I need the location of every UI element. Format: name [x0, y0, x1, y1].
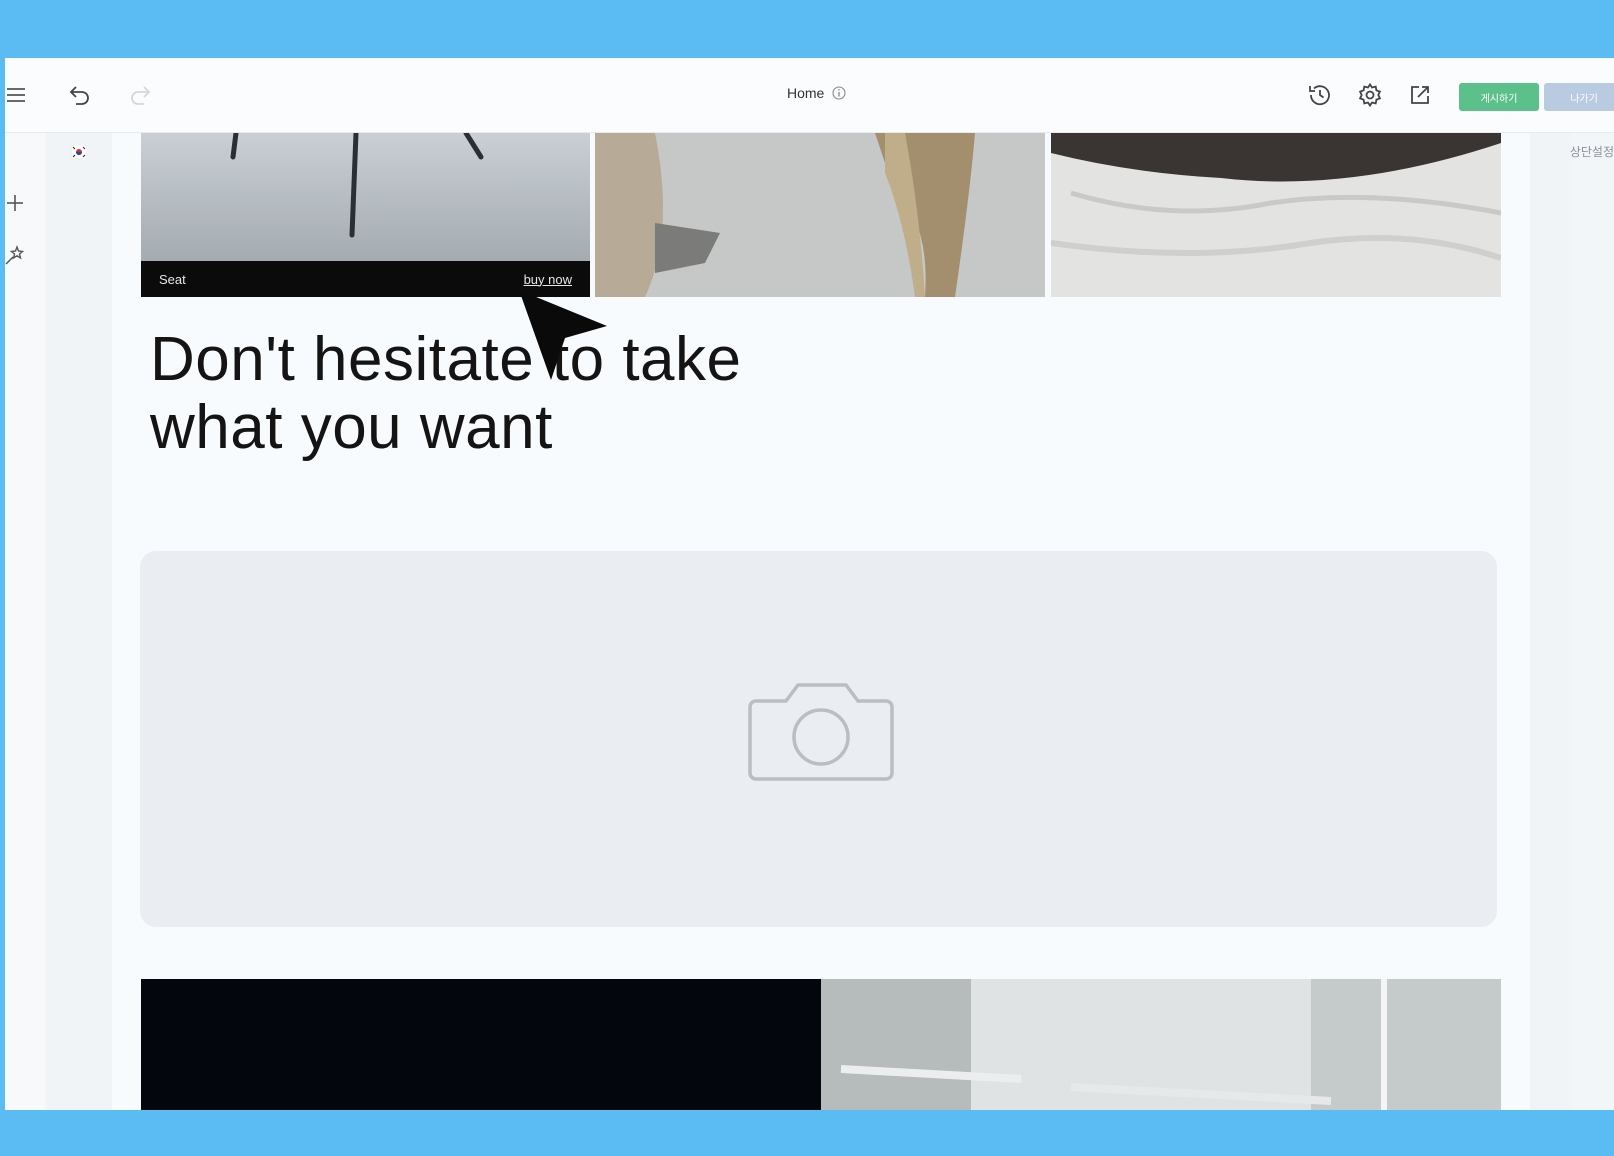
tile-caption: Seat — [159, 271, 186, 287]
hero-heading-line-1: Don't hesitate to take — [150, 325, 742, 394]
left-rail — [5, 133, 45, 1110]
plus-icon[interactable] — [5, 193, 25, 218]
editor-window: Home 게시하기 나가기 상단설정 Seat buy now Don't he… — [5, 58, 1614, 1110]
info-icon — [832, 86, 846, 100]
image-placeholder[interactable] — [140, 551, 1497, 927]
publish-button[interactable]: 게시하기 — [1459, 83, 1539, 111]
language-flag-icon[interactable] — [70, 144, 88, 164]
mouse-cursor-icon — [517, 288, 617, 393]
exit-button[interactable]: 나가기 — [1544, 83, 1614, 111]
wood-chair-image — [595, 133, 1045, 297]
gallery-tile[interactable]: Seat buy now — [141, 133, 590, 297]
external-link-icon[interactable] — [1407, 82, 1433, 108]
page-title-text: Home — [787, 85, 825, 101]
hero-heading[interactable]: Don't hesitate to take what you want — [150, 326, 742, 462]
pendant-lamp-image — [821, 979, 1501, 1110]
settings-gear-icon[interactable] — [1357, 82, 1383, 108]
top-toolbar: Home 게시하기 나가기 — [5, 58, 1614, 133]
dark-image-tile[interactable] — [141, 979, 821, 1110]
top-settings-label[interactable]: 상단설정 — [1570, 143, 1614, 160]
redo-icon[interactable] — [127, 82, 153, 108]
hero-heading-line-2: what you want — [150, 393, 553, 462]
page-title[interactable]: Home — [787, 85, 846, 101]
gallery-tile[interactable] — [1051, 133, 1501, 297]
undo-icon[interactable] — [67, 82, 93, 108]
gallery-tile[interactable] — [595, 133, 1045, 297]
menu-icon[interactable] — [5, 82, 31, 108]
camera-icon — [748, 683, 894, 781]
magic-icon[interactable] — [5, 245, 25, 270]
history-icon[interactable] — [1307, 82, 1333, 108]
bedding-image — [1051, 133, 1501, 297]
buy-now-link[interactable]: buy now — [524, 272, 572, 287]
lamp-image-tile[interactable] — [821, 979, 1501, 1110]
publish-button-label: 게시하기 — [1480, 93, 1518, 105]
exit-button-label: 나가기 — [1570, 93, 1598, 105]
